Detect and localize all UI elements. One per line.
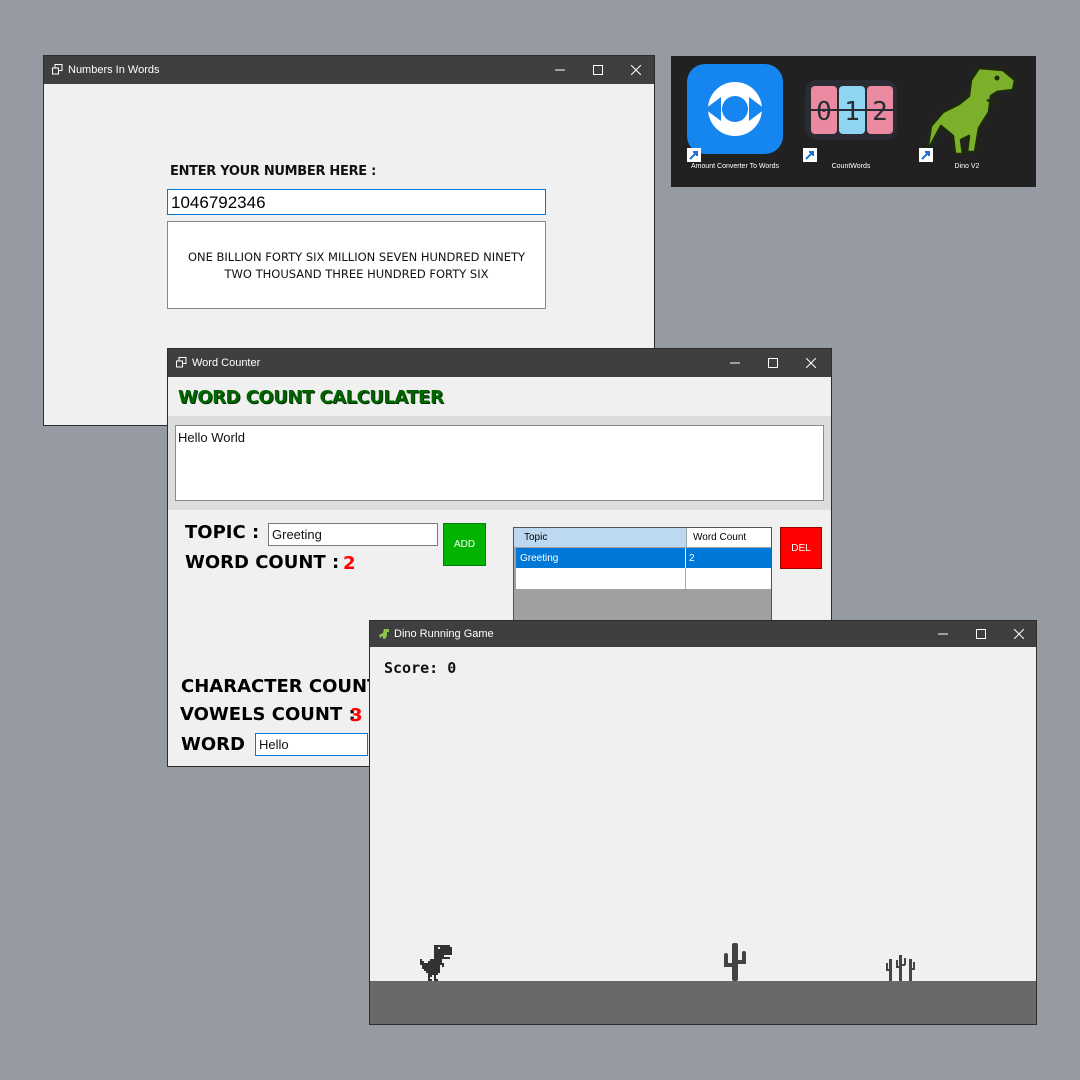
minimize-icon xyxy=(730,362,740,364)
shortcut-arrow-icon xyxy=(687,148,701,162)
close-icon xyxy=(631,65,641,75)
maximize-button[interactable] xyxy=(754,349,792,377)
result-line-2: TWO THOUSAND THREE HUNDRED FORTY SIX xyxy=(224,267,489,281)
dinosaur-icon xyxy=(420,945,452,981)
shortcut-arrow-icon xyxy=(803,148,817,162)
table-row[interactable]: Greeting 2 xyxy=(516,548,771,568)
cactus-group-icon xyxy=(886,955,915,981)
cell-divider xyxy=(685,568,686,589)
number-words-output: ONE BILLION FORTY SIX MILLION SEVEN HUND… xyxy=(167,221,546,309)
topic-input-value: Greeting xyxy=(272,527,322,542)
number-prompt-label: ENTER YOUR NUMBER HERE : xyxy=(170,164,377,179)
add-button-label: ADD xyxy=(453,539,476,550)
table-header-topic[interactable]: Topic xyxy=(514,528,687,547)
refresh-icon xyxy=(687,64,783,154)
word-count-label: WORD COUNT : xyxy=(185,552,340,573)
add-button[interactable]: ADD xyxy=(443,523,486,566)
window-title: Dino Running Game xyxy=(394,628,494,640)
svg-text:1: 1 xyxy=(844,97,860,127)
desktop-icon-label: Amount Converter To Words xyxy=(690,163,780,170)
topic-label: TOPIC : xyxy=(185,522,260,543)
close-icon xyxy=(1014,629,1024,639)
window-icon xyxy=(52,64,63,75)
maximize-icon xyxy=(768,358,778,368)
cell-divider xyxy=(685,548,686,568)
table-header-row: Topic Word Count xyxy=(514,528,771,547)
topic-input[interactable]: Greeting xyxy=(268,523,438,546)
vowels-count-value: 3 xyxy=(350,705,363,726)
desktop-icon-countwords[interactable]: 0 1 2 CountWords xyxy=(801,62,901,177)
character-count-label: CHARACTER COUNT xyxy=(181,676,380,697)
svg-text:2: 2 xyxy=(872,97,888,127)
maximize-button[interactable] xyxy=(962,621,1000,647)
desktop-icons-panel: Amount Converter To Words 0 1 2 CountWor… xyxy=(671,56,1036,187)
app-heading: WORD COUNT CALCULATER xyxy=(178,387,444,408)
title-bar[interactable]: Dino Running Game xyxy=(370,621,1036,647)
table-header-word-count[interactable]: Word Count xyxy=(687,528,771,547)
word-count-value: 2 xyxy=(343,553,356,574)
window-icon xyxy=(176,357,187,368)
minimize-icon xyxy=(555,69,565,71)
window-title: Numbers In Words xyxy=(68,64,160,76)
number-input-value: 1046792346 xyxy=(171,193,266,212)
table-cell-word-count: 2 xyxy=(689,553,695,564)
del-button[interactable]: DEL xyxy=(780,527,822,569)
dino-game-window: Dino Running Game Score: 0 xyxy=(370,621,1036,1024)
table-cell-topic: Greeting xyxy=(520,553,559,564)
word-input[interactable]: Hello xyxy=(255,733,368,756)
close-icon xyxy=(806,358,816,368)
number-input[interactable]: 1046792346 xyxy=(167,189,546,215)
minimize-button[interactable] xyxy=(716,349,754,377)
result-line-1: ONE BILLION FORTY SIX MILLION SEVEN HUND… xyxy=(187,250,526,264)
svg-text:0: 0 xyxy=(816,97,832,127)
del-button-label: DEL xyxy=(791,542,811,554)
desktop-icon-label: Dino V2 xyxy=(954,163,980,170)
close-button[interactable] xyxy=(617,56,655,84)
vowels-count-label: VOWELS COUNT : xyxy=(180,704,356,725)
score-display: Score: 0 xyxy=(384,659,457,677)
cactus-icon xyxy=(724,943,746,981)
minimize-icon xyxy=(938,633,948,635)
title-bar[interactable]: Word Counter xyxy=(168,349,831,377)
close-button[interactable] xyxy=(1000,621,1038,647)
maximize-button[interactable] xyxy=(579,56,617,84)
minimize-button[interactable] xyxy=(541,56,579,84)
window-title: Word Counter xyxy=(192,357,261,369)
desktop-icon-amount-converter[interactable]: Amount Converter To Words xyxy=(685,62,785,177)
text-input-value: Hello World xyxy=(178,430,245,445)
text-input-area[interactable]: Hello World xyxy=(175,425,824,501)
minimize-button[interactable] xyxy=(924,621,962,647)
close-button[interactable] xyxy=(792,349,830,377)
desktop-icon-label: CountWords xyxy=(831,163,871,170)
maximize-icon xyxy=(976,629,986,639)
ground xyxy=(370,981,1036,1024)
word-label: WORD xyxy=(181,734,245,755)
shortcut-arrow-icon xyxy=(919,148,933,162)
word-input-value: Hello xyxy=(259,737,289,752)
desktop-icon-dino-v2[interactable]: Dino V2 xyxy=(917,62,1017,177)
dinosaur-icon xyxy=(925,66,1017,156)
counter-icon: 0 1 2 xyxy=(805,80,897,140)
topic-table[interactable]: Topic Word Count Greeting 2 xyxy=(513,527,772,627)
table-empty-row[interactable] xyxy=(516,568,771,589)
maximize-icon xyxy=(593,65,603,75)
title-bar[interactable]: Numbers In Words xyxy=(44,56,654,84)
dino-window-icon xyxy=(379,629,389,639)
